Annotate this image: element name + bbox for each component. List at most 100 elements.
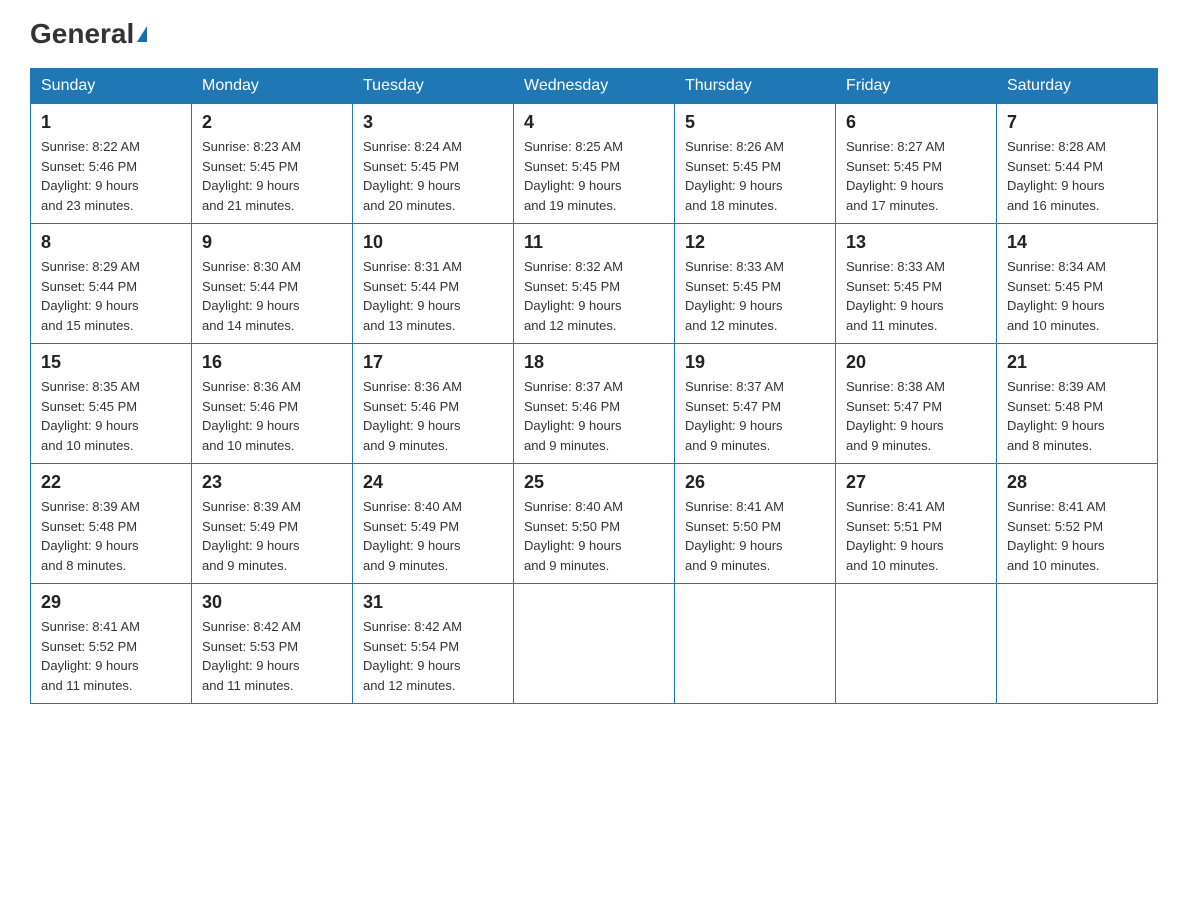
- calendar-cell: 1Sunrise: 8:22 AMSunset: 5:46 PMDaylight…: [31, 104, 192, 224]
- day-info: Sunrise: 8:32 AMSunset: 5:45 PMDaylight:…: [524, 257, 664, 335]
- calendar-cell: 19 Sunrise: 8:37 AMSunset: 5:47 PMDayligh…: [675, 344, 836, 464]
- day-info: Sunrise: 8:42 AMSunset: 5:54 PMDaylight:…: [363, 617, 503, 695]
- calendar-cell: 2 Sunrise: 8:23 AMSunset: 5:45 PMDaylight…: [192, 104, 353, 224]
- day-info: Sunrise: 8:33 AMSunset: 5:45 PMDaylight:…: [846, 257, 986, 335]
- logo: General: [30, 20, 147, 48]
- day-number: 4: [524, 112, 664, 133]
- day-info: Sunrise: 8:24 AMSunset: 5:45 PMDaylight:…: [363, 137, 503, 215]
- calendar-cell: 7 Sunrise: 8:28 AMSunset: 5:44 PMDaylight…: [997, 104, 1158, 224]
- calendar-cell: 6Sunrise: 8:27 AMSunset: 5:45 PMDaylight…: [836, 104, 997, 224]
- day-info: Sunrise: 8:33 AMSunset: 5:45 PMDaylight:…: [685, 257, 825, 335]
- day-info: Sunrise: 8:41 AMSunset: 5:50 PMDaylight:…: [685, 497, 825, 575]
- header-monday: Monday: [192, 69, 353, 104]
- day-number: 2: [202, 112, 342, 133]
- calendar-table: SundayMondayTuesdayWednesdayThursdayFrid…: [30, 68, 1158, 704]
- day-number: 23: [202, 472, 342, 493]
- day-number: 8: [41, 232, 181, 253]
- calendar-cell: 8Sunrise: 8:29 AMSunset: 5:44 PMDaylight…: [31, 224, 192, 344]
- day-number: 28: [1007, 472, 1147, 493]
- calendar-cell: 3Sunrise: 8:24 AMSunset: 5:45 PMDaylight…: [353, 104, 514, 224]
- calendar-cell: 11Sunrise: 8:32 AMSunset: 5:45 PMDayligh…: [514, 224, 675, 344]
- day-info: Sunrise: 8:23 AMSunset: 5:45 PMDaylight:…: [202, 137, 342, 215]
- calendar-body: 1Sunrise: 8:22 AMSunset: 5:46 PMDaylight…: [31, 104, 1158, 704]
- day-number: 24: [363, 472, 503, 493]
- calendar-cell: 25Sunrise: 8:40 AMSunset: 5:50 PMDayligh…: [514, 464, 675, 584]
- day-number: 19: [685, 352, 825, 373]
- logo-top: General: [30, 20, 147, 48]
- calendar-cell: 17Sunrise: 8:36 AMSunset: 5:46 PMDayligh…: [353, 344, 514, 464]
- day-number: 17: [363, 352, 503, 373]
- day-number: 30: [202, 592, 342, 613]
- week-row-5: 29Sunrise: 8:41 AMSunset: 5:52 PMDayligh…: [31, 584, 1158, 704]
- day-info: Sunrise: 8:34 AMSunset: 5:45 PMDaylight:…: [1007, 257, 1147, 335]
- calendar-cell: 16 Sunrise: 8:36 AMSunset: 5:46 PMDayligh…: [192, 344, 353, 464]
- calendar-cell: 21Sunrise: 8:39 AMSunset: 5:48 PMDayligh…: [997, 344, 1158, 464]
- day-info: Sunrise: 8:42 AMSunset: 5:53 PMDaylight:…: [202, 617, 342, 695]
- day-number: 26: [685, 472, 825, 493]
- day-info: Sunrise: 8:27 AMSunset: 5:45 PMDaylight:…: [846, 137, 986, 215]
- day-info: Sunrise: 8:37 AMSunset: 5:46 PMDaylight:…: [524, 377, 664, 455]
- day-info: Sunrise: 8:26 AMSunset: 5:45 PMDaylight:…: [685, 137, 825, 215]
- day-number: 29: [41, 592, 181, 613]
- day-number: 13: [846, 232, 986, 253]
- week-row-4: 22 Sunrise: 8:39 AMSunset: 5:48 PMDayligh…: [31, 464, 1158, 584]
- calendar-cell: [514, 584, 675, 704]
- calendar-cell: 14 Sunrise: 8:34 AMSunset: 5:45 PMDayligh…: [997, 224, 1158, 344]
- calendar-cell: 4 Sunrise: 8:25 AMSunset: 5:45 PMDaylight…: [514, 104, 675, 224]
- page-header: General: [30, 20, 1158, 48]
- calendar-cell: 10 Sunrise: 8:31 AMSunset: 5:44 PMDayligh…: [353, 224, 514, 344]
- week-row-1: 1Sunrise: 8:22 AMSunset: 5:46 PMDaylight…: [31, 104, 1158, 224]
- calendar-cell: [997, 584, 1158, 704]
- header-tuesday: Tuesday: [353, 69, 514, 104]
- day-info: Sunrise: 8:39 AMSunset: 5:48 PMDaylight:…: [41, 497, 181, 575]
- day-info: Sunrise: 8:31 AMSunset: 5:44 PMDaylight:…: [363, 257, 503, 335]
- week-row-2: 8Sunrise: 8:29 AMSunset: 5:44 PMDaylight…: [31, 224, 1158, 344]
- day-info: Sunrise: 8:41 AMSunset: 5:52 PMDaylight:…: [1007, 497, 1147, 575]
- day-number: 9: [202, 232, 342, 253]
- calendar-cell: 29Sunrise: 8:41 AMSunset: 5:52 PMDayligh…: [31, 584, 192, 704]
- day-number: 15: [41, 352, 181, 373]
- calendar-cell: 12 Sunrise: 8:33 AMSunset: 5:45 PMDayligh…: [675, 224, 836, 344]
- calendar-cell: 9 Sunrise: 8:30 AMSunset: 5:44 PMDaylight…: [192, 224, 353, 344]
- calendar-cell: 20Sunrise: 8:38 AMSunset: 5:47 PMDayligh…: [836, 344, 997, 464]
- header-thursday: Thursday: [675, 69, 836, 104]
- day-number: 14: [1007, 232, 1147, 253]
- day-info: Sunrise: 8:37 AMSunset: 5:47 PMDaylight:…: [685, 377, 825, 455]
- day-number: 18: [524, 352, 664, 373]
- day-info: Sunrise: 8:25 AMSunset: 5:45 PMDaylight:…: [524, 137, 664, 215]
- header-friday: Friday: [836, 69, 997, 104]
- calendar-cell: 26 Sunrise: 8:41 AMSunset: 5:50 PMDayligh…: [675, 464, 836, 584]
- calendar-cell: 28 Sunrise: 8:41 AMSunset: 5:52 PMDayligh…: [997, 464, 1158, 584]
- calendar-cell: [836, 584, 997, 704]
- week-row-3: 15 Sunrise: 8:35 AMSunset: 5:45 PMDayligh…: [31, 344, 1158, 464]
- day-info: Sunrise: 8:40 AMSunset: 5:50 PMDaylight:…: [524, 497, 664, 575]
- day-info: Sunrise: 8:40 AMSunset: 5:49 PMDaylight:…: [363, 497, 503, 575]
- calendar-cell: 31 Sunrise: 8:42 AMSunset: 5:54 PMDayligh…: [353, 584, 514, 704]
- day-number: 21: [1007, 352, 1147, 373]
- calendar-cell: 15 Sunrise: 8:35 AMSunset: 5:45 PMDayligh…: [31, 344, 192, 464]
- calendar-cell: [675, 584, 836, 704]
- day-info: Sunrise: 8:28 AMSunset: 5:44 PMDaylight:…: [1007, 137, 1147, 215]
- calendar-cell: 13 Sunrise: 8:33 AMSunset: 5:45 PMDayligh…: [836, 224, 997, 344]
- calendar-cell: 5 Sunrise: 8:26 AMSunset: 5:45 PMDaylight…: [675, 104, 836, 224]
- day-number: 27: [846, 472, 986, 493]
- day-number: 5: [685, 112, 825, 133]
- calendar-cell: 23 Sunrise: 8:39 AMSunset: 5:49 PMDayligh…: [192, 464, 353, 584]
- header-saturday: Saturday: [997, 69, 1158, 104]
- day-number: 22: [41, 472, 181, 493]
- day-number: 16: [202, 352, 342, 373]
- day-info: Sunrise: 8:22 AMSunset: 5:46 PMDaylight:…: [41, 137, 181, 215]
- day-info: Sunrise: 8:41 AMSunset: 5:51 PMDaylight:…: [846, 497, 986, 575]
- day-info: Sunrise: 8:35 AMSunset: 5:45 PMDaylight:…: [41, 377, 181, 455]
- day-info: Sunrise: 8:30 AMSunset: 5:44 PMDaylight:…: [202, 257, 342, 335]
- calendar-cell: 22 Sunrise: 8:39 AMSunset: 5:48 PMDayligh…: [31, 464, 192, 584]
- calendar-header: SundayMondayTuesdayWednesdayThursdayFrid…: [31, 69, 1158, 104]
- day-info: Sunrise: 8:36 AMSunset: 5:46 PMDaylight:…: [202, 377, 342, 455]
- day-info: Sunrise: 8:39 AMSunset: 5:49 PMDaylight:…: [202, 497, 342, 575]
- day-number: 31: [363, 592, 503, 613]
- header-wednesday: Wednesday: [514, 69, 675, 104]
- day-number: 12: [685, 232, 825, 253]
- calendar-cell: 24 Sunrise: 8:40 AMSunset: 5:49 PMDayligh…: [353, 464, 514, 584]
- day-number: 7: [1007, 112, 1147, 133]
- day-number: 10: [363, 232, 503, 253]
